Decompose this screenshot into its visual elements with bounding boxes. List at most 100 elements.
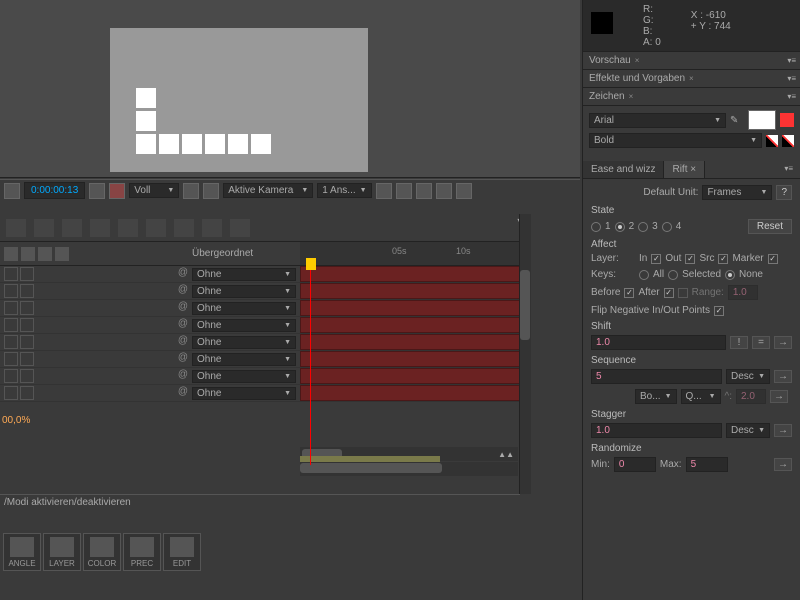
layer-button[interactable]: LAYER [43, 533, 81, 571]
layer-row[interactable]: @Ohne [0, 368, 530, 385]
tool-icon[interactable] [62, 219, 82, 237]
randomize-min-input[interactable]: 0 [614, 457, 656, 472]
composition-preview[interactable] [110, 28, 368, 172]
views-dropdown[interactable]: 1 Ans... [317, 183, 371, 198]
visibility-toggle[interactable] [4, 301, 18, 315]
no-color-icon[interactable] [782, 135, 794, 147]
shift-eq-button[interactable]: = [752, 336, 770, 349]
color-button[interactable]: COLOR [83, 533, 121, 571]
sequence-input[interactable]: 5 [591, 369, 722, 384]
flip-checkbox[interactable] [714, 306, 724, 316]
visibility-toggle[interactable] [4, 352, 18, 366]
shy-icon[interactable] [4, 247, 18, 261]
parent-dropdown[interactable]: Ohne [192, 336, 296, 349]
reset-button[interactable]: Reset [748, 219, 792, 234]
keys-selected-radio[interactable] [668, 270, 678, 280]
lock-toggle[interactable] [20, 369, 34, 383]
layer-bar[interactable] [300, 300, 530, 316]
timecode-display[interactable]: 0:00:00:13 [24, 182, 85, 199]
layer-row[interactable]: @Ohne [0, 385, 530, 402]
randomize-max-input[interactable]: 5 [686, 457, 728, 472]
eyedropper-icon[interactable]: ✎ [730, 115, 744, 126]
camera-dropdown[interactable]: Aktive Kamera [223, 183, 313, 198]
layer-row[interactable]: @Ohne [0, 266, 530, 283]
tool-icon[interactable] [118, 219, 138, 237]
time-ruler[interactable]: 05s 10s [300, 242, 530, 265]
help-button[interactable]: ? [776, 185, 792, 200]
sequence-q-dropdown[interactable]: Q... [681, 389, 721, 404]
lock-toggle[interactable] [20, 335, 34, 349]
zoom-value[interactable]: 00,0% [0, 415, 30, 426]
sequence-go2-button[interactable]: → [770, 390, 788, 403]
layer-row[interactable]: @Ohne [0, 300, 530, 317]
grid-toggle-icon[interactable] [4, 183, 20, 199]
modes-toggle-link[interactable]: /Modi aktivieren/deaktivieren [0, 494, 520, 512]
keys-none-radio[interactable] [725, 270, 735, 280]
lock-toggle[interactable] [20, 352, 34, 366]
fill-color-swatch[interactable] [748, 110, 776, 130]
font-family-dropdown[interactable]: Arial [589, 113, 726, 128]
roi-icon[interactable] [183, 183, 199, 199]
layer-bar[interactable] [300, 334, 530, 350]
layer-bar[interactable] [300, 351, 530, 367]
character-panel-tab[interactable]: Zeichen ×▾≡ [583, 88, 800, 106]
keys-all-radio[interactable] [639, 270, 649, 280]
font-weight-dropdown[interactable]: Bold [589, 133, 762, 148]
shift-excl-button[interactable]: ! [730, 336, 748, 349]
lock-icon[interactable] [55, 247, 69, 261]
close-icon[interactable]: × [689, 74, 694, 83]
channel-icon[interactable] [109, 183, 125, 199]
parent-pickwhip-icon[interactable]: @ [176, 386, 190, 400]
navigator-thumb[interactable] [300, 463, 442, 473]
timeline-vscrollbar[interactable] [519, 214, 531, 494]
lock-toggle[interactable] [20, 284, 34, 298]
av-icon[interactable] [21, 247, 35, 261]
sequence-order-dropdown[interactable]: Desc [726, 369, 770, 384]
shift-go-button[interactable]: → [774, 336, 792, 349]
parent-pickwhip-icon[interactable]: @ [176, 284, 190, 298]
prec-button[interactable]: PREC [123, 533, 161, 571]
fast-preview-icon[interactable] [396, 183, 412, 199]
parent-pickwhip-icon[interactable]: @ [176, 352, 190, 366]
tool-icon[interactable] [90, 219, 110, 237]
layer-bar[interactable] [300, 266, 530, 282]
before-checkbox[interactable] [624, 288, 634, 298]
visibility-toggle[interactable] [4, 386, 18, 400]
current-time-indicator[interactable] [306, 258, 316, 270]
in-checkbox[interactable] [651, 254, 661, 264]
close-icon[interactable]: × [629, 92, 634, 101]
preview-panel-tab[interactable]: Vorschau ×▾≡ [583, 52, 800, 70]
parent-dropdown[interactable]: Ohne [192, 285, 296, 298]
tool-icon[interactable] [202, 219, 222, 237]
after-checkbox[interactable] [664, 288, 674, 298]
stagger-order-dropdown[interactable]: Desc [726, 423, 770, 438]
reset-exposure-icon[interactable] [456, 183, 472, 199]
tool-icon[interactable] [6, 219, 26, 237]
layer-row[interactable]: @Ohne [0, 317, 530, 334]
shift-input[interactable]: 1.0 [591, 335, 726, 350]
src-checkbox[interactable] [718, 254, 728, 264]
visibility-toggle[interactable] [4, 369, 18, 383]
parent-dropdown[interactable]: Ohne [192, 268, 296, 281]
tab-rift[interactable]: Rift × [664, 161, 705, 178]
parent-pickwhip-icon[interactable]: @ [176, 267, 190, 281]
snapshot-icon[interactable] [89, 183, 105, 199]
parent-pickwhip-icon[interactable]: @ [176, 301, 190, 315]
effects-panel-tab[interactable]: Effekte und Vorgaben ×▾≡ [583, 70, 800, 88]
tool-icon[interactable] [34, 219, 54, 237]
parent-pickwhip-icon[interactable]: @ [176, 335, 190, 349]
lock-toggle[interactable] [20, 386, 34, 400]
marker-checkbox[interactable] [768, 254, 778, 264]
state-2-radio[interactable] [615, 222, 625, 232]
parent-dropdown[interactable]: Ohne [192, 319, 296, 332]
out-checkbox[interactable] [685, 254, 695, 264]
tool-icon[interactable] [230, 219, 250, 237]
layer-bar[interactable] [300, 385, 530, 401]
lock-toggle[interactable] [20, 301, 34, 315]
parent-dropdown[interactable]: Ohne [192, 353, 296, 366]
work-area-bar[interactable] [300, 456, 440, 462]
resolution-dropdown[interactable]: Voll [129, 183, 179, 198]
swap-colors-icon[interactable] [766, 135, 778, 147]
randomize-go-button[interactable]: → [774, 458, 792, 471]
comp-flowchart-icon[interactable] [436, 183, 452, 199]
